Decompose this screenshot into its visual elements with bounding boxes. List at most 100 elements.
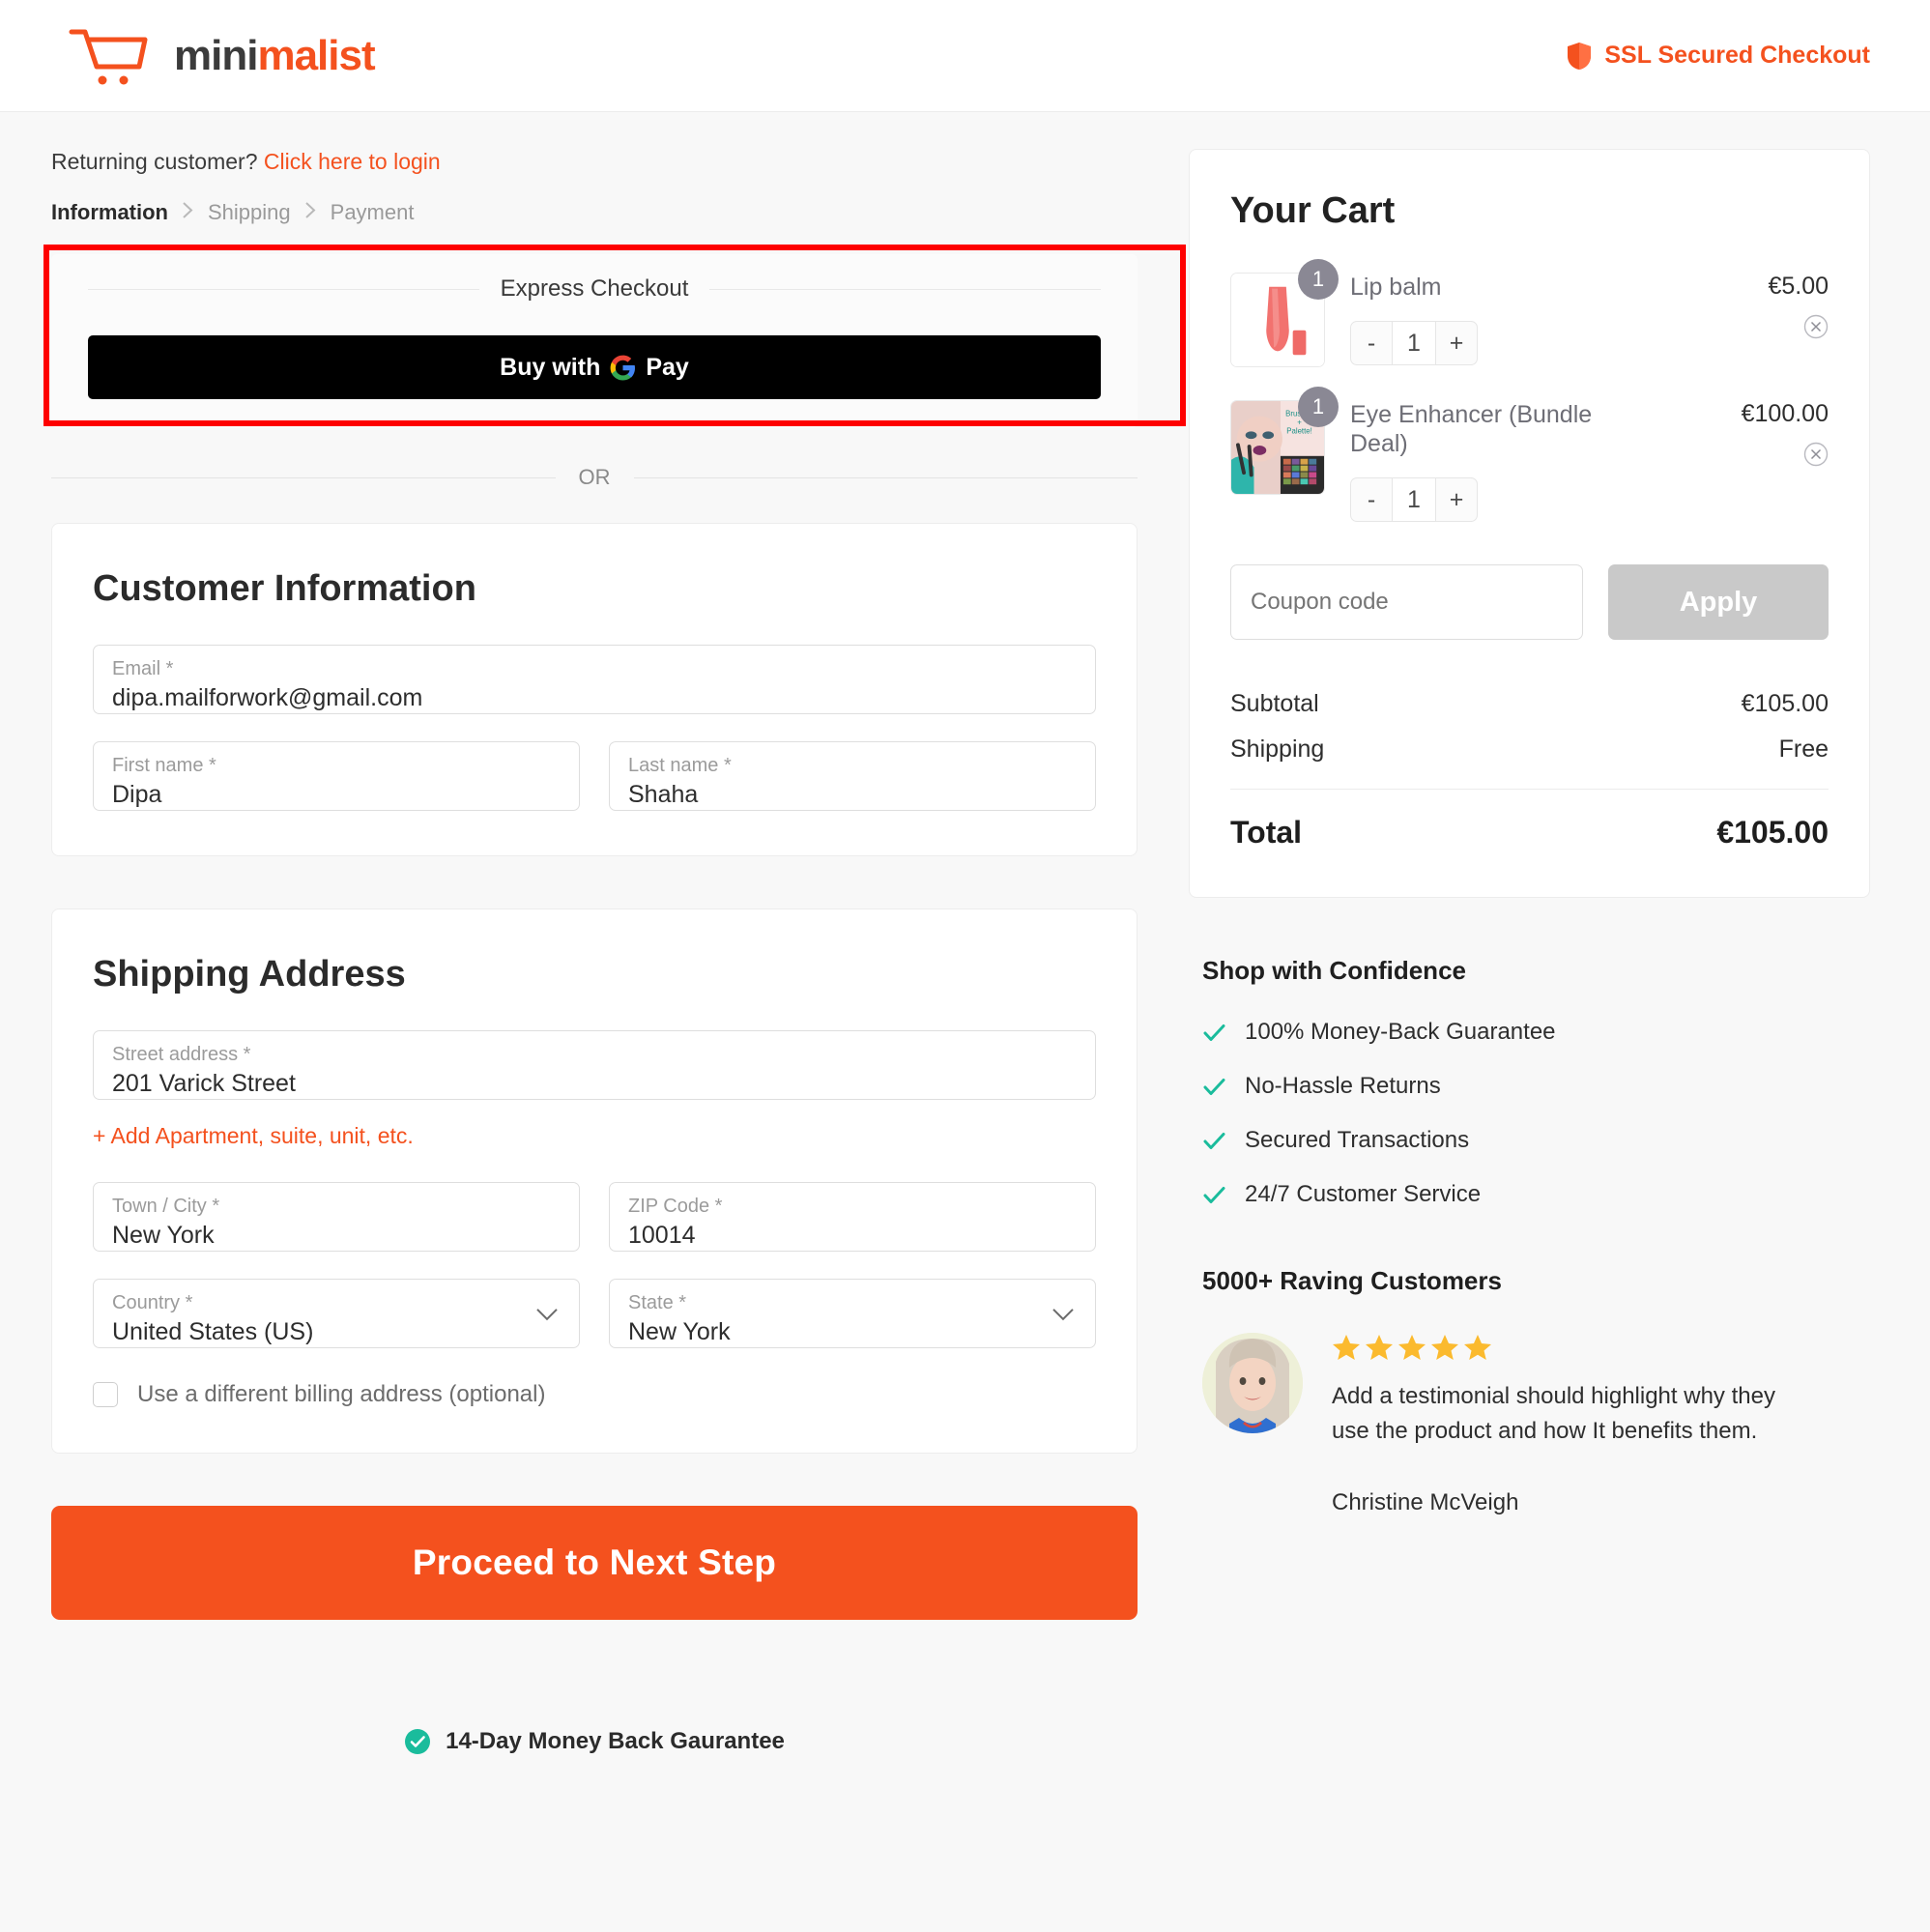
add-apartment-link[interactable]: + Add Apartment, suite, unit, etc. <box>93 1123 414 1149</box>
shipping-address-card: Shipping Address Street address * 201 Va… <box>51 908 1138 1454</box>
cart-item-details: Lip balm - 1 + <box>1350 273 1649 367</box>
or-rule-left <box>51 476 556 478</box>
divider-left <box>88 288 479 290</box>
shield-icon <box>1567 42 1592 71</box>
cart-item: 1 Lip balm - 1 + €5.00 <box>1230 259 1829 367</box>
trust-item-label: Secured Transactions <box>1245 1127 1470 1153</box>
last-name-value: Shaha <box>628 781 699 808</box>
billing-address-toggle-row: Use a different billing address (optiona… <box>93 1381 1096 1408</box>
check-icon <box>1202 1183 1226 1207</box>
checkout-body: Returning customer? Click here to login … <box>0 112 1930 1755</box>
or-divider: OR <box>51 465 1138 490</box>
express-checkout-section: Express Checkout Buy with Pay <box>43 245 1186 442</box>
email-label: Email * <box>112 658 174 679</box>
totals-divider <box>1230 789 1829 790</box>
cart-item-price: €5.00 <box>1768 273 1829 300</box>
trust-item: 100% Money-Back Guarantee <box>1202 1019 1870 1046</box>
trust-item-label: 24/7 Customer Service <box>1245 1181 1482 1207</box>
trust-item: Secured Transactions <box>1202 1127 1870 1154</box>
street-address-label: Street address * <box>112 1044 251 1065</box>
country-label: Country * <box>112 1292 193 1313</box>
breadcrumb-step-shipping[interactable]: Shipping <box>208 200 291 225</box>
quantity-increase-button[interactable]: + <box>1436 322 1477 364</box>
email-field[interactable]: Email * dipa.mailforwork@gmail.com <box>93 645 1096 714</box>
ssl-secured-badge: SSL Secured Checkout <box>1567 42 1870 71</box>
cart-item-thumb-wrap: 1 <box>1230 259 1339 367</box>
cart-item-right: €100.00 <box>1674 400 1829 522</box>
logo-text-malist: malist <box>257 31 375 79</box>
ssl-label: SSL Secured Checkout <box>1604 42 1870 69</box>
zip-field[interactable]: ZIP Code * 10014 <box>609 1182 1096 1252</box>
or-label: OR <box>578 465 611 489</box>
subtotal-label: Subtotal <box>1230 690 1319 717</box>
shipping-label: Shipping <box>1230 735 1325 763</box>
testimonial-content: Add a testimonial should highlight why t… <box>1332 1333 1786 1516</box>
site-header: minimalist SSL Secured Checkout <box>0 0 1930 112</box>
chevron-down-icon <box>536 1309 558 1321</box>
cart-item-qty-badge: 1 <box>1298 259 1339 300</box>
state-label: State * <box>628 1292 687 1313</box>
first-name-field[interactable]: First name * Dipa <box>93 741 580 811</box>
remove-item-icon[interactable] <box>1803 442 1829 472</box>
divider-right <box>709 288 1102 290</box>
email-value: dipa.mailforwork@gmail.com <box>112 684 423 711</box>
shop-with-confidence-heading: Shop with Confidence <box>1202 956 1466 985</box>
quantity-value[interactable]: 1 <box>1392 322 1436 364</box>
billing-address-label[interactable]: Use a different billing address (optiona… <box>137 1381 545 1408</box>
country-select[interactable]: Country * United States (US) <box>93 1279 580 1348</box>
testimonial-heading: 5000+ Raving Customers <box>1202 1266 1502 1295</box>
quantity-value[interactable]: 1 <box>1392 478 1436 521</box>
cart-item-thumb-wrap: 1 <box>1230 387 1339 522</box>
city-value: New York <box>112 1222 215 1249</box>
your-cart-heading: Your Cart <box>1230 190 1396 231</box>
street-address-field[interactable]: Street address * 201 Varick Street <box>93 1030 1096 1100</box>
check-icon <box>1202 1075 1226 1099</box>
avatar <box>1202 1333 1303 1433</box>
quantity-decrease-button[interactable]: - <box>1351 478 1392 521</box>
check-icon <box>1202 1021 1226 1045</box>
logo-text-mini: mini <box>174 31 258 79</box>
check-icon <box>1202 1129 1226 1153</box>
subtotal-row: Subtotal €105.00 <box>1230 690 1829 718</box>
city-field[interactable]: Town / City * New York <box>93 1182 580 1252</box>
apply-coupon-button[interactable]: Apply <box>1608 564 1829 640</box>
login-link[interactable]: Click here to login <box>264 149 441 174</box>
shopping-cart-icon <box>68 26 149 86</box>
testimonial-author: Christine McVeigh <box>1332 1489 1519 1515</box>
gpay-buy-with-label: Buy with <box>500 353 601 381</box>
chevron-down-icon-2 <box>1052 1309 1074 1321</box>
breadcrumb-step-information[interactable]: Information <box>51 200 168 225</box>
coupon-input[interactable] <box>1230 564 1583 640</box>
coupon-row: Apply <box>1230 564 1829 640</box>
your-cart-card: Your Cart 1 Lip balm - 1 + €5.00 1 + Pal… <box>1189 149 1870 898</box>
brand-logo[interactable]: minimalist <box>68 26 376 86</box>
quantity-increase-button[interactable]: + <box>1436 478 1477 521</box>
total-label: Total <box>1230 815 1303 850</box>
trust-item: 24/7 Customer Service <box>1202 1181 1870 1208</box>
quantity-decrease-button[interactable]: - <box>1351 322 1392 364</box>
remove-item-icon[interactable] <box>1803 314 1829 344</box>
breadcrumb-step-payment[interactable]: Payment <box>331 200 415 225</box>
state-select[interactable]: State * New York <box>609 1279 1096 1348</box>
cart-item-name: Lip balm <box>1350 274 1442 301</box>
google-pay-button[interactable]: Buy with Pay <box>88 335 1101 399</box>
star-icon <box>1366 1335 1393 1360</box>
shipping-value: Free <box>1778 735 1829 763</box>
cart-item: 1 + Palette! Eye Enhancer (Bundle Deal) … <box>1230 387 1829 522</box>
proceed-to-next-step-button[interactable]: Proceed to Next Step <box>51 1506 1138 1620</box>
country-value: United States (US) <box>112 1318 314 1345</box>
star-icon <box>1464 1335 1491 1360</box>
order-totals: Subtotal €105.00 Shipping Free Total €10… <box>1230 690 1829 851</box>
money-back-guarantee: 14-Day Money Back Gaurantee <box>51 1728 1138 1755</box>
customer-information-heading: Customer Information <box>93 568 476 609</box>
order-summary-column: Your Cart 1 Lip balm - 1 + €5.00 1 + Pal… <box>1189 149 1930 1755</box>
billing-address-checkbox[interactable] <box>93 1382 118 1407</box>
zip-label: ZIP Code * <box>628 1196 723 1217</box>
chevron-right-icon <box>182 201 194 225</box>
or-rule-right <box>633 476 1138 478</box>
check-circle-icon <box>404 1728 431 1755</box>
gpay-pay-label: Pay <box>646 353 689 381</box>
last-name-field[interactable]: Last name * Shaha <box>609 741 1096 811</box>
total-value: €105.00 <box>1716 815 1829 850</box>
customer-information-card: Customer Information Email * dipa.mailfo… <box>51 523 1138 856</box>
